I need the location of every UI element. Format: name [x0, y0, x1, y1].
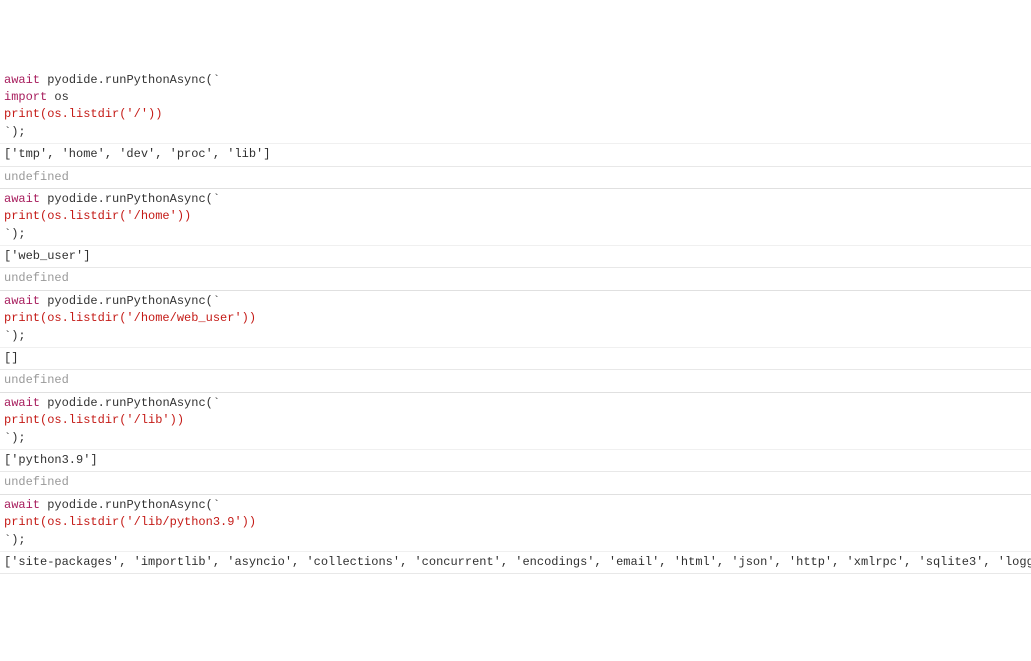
console-input: await pyodide.runPythonAsync(` print(os.… [0, 189, 1031, 246]
console-return-undefined: undefined [0, 268, 1031, 290]
console-output: [] [0, 348, 1031, 370]
console-input: await pyodide.runPythonAsync(` print(os.… [0, 495, 1031, 552]
console-input: await pyodide.runPythonAsync(` print(os.… [0, 393, 1031, 450]
console-return-undefined: undefined [0, 167, 1031, 189]
console-return-undefined: undefined [0, 370, 1031, 392]
console-output: ['web_user'] [0, 246, 1031, 268]
console-input: await pyodide.runPythonAsync(` import os… [0, 70, 1031, 145]
console-output: ['tmp', 'home', 'dev', 'proc', 'lib'] [0, 144, 1031, 166]
console-return-undefined: undefined [0, 472, 1031, 494]
console-output: ['python3.9'] [0, 450, 1031, 472]
console-output: ['site-packages', 'importlib', 'asyncio'… [0, 552, 1031, 574]
console-log: await pyodide.runPythonAsync(` import os… [0, 70, 1031, 575]
console-input: await pyodide.runPythonAsync(` print(os.… [0, 291, 1031, 348]
